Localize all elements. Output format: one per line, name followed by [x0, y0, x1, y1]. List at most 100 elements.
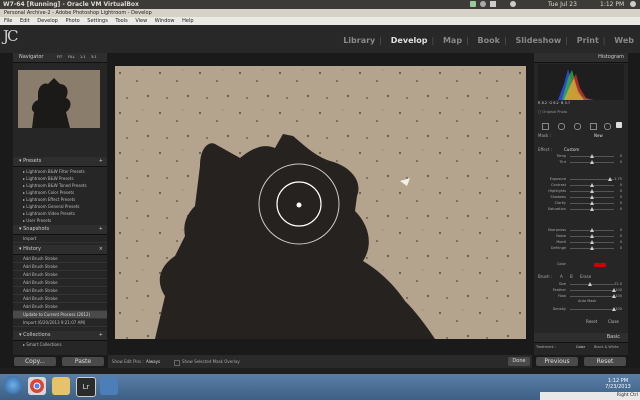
- preset-folder[interactable]: ▸ Lightroom Color Presets: [13, 189, 107, 196]
- slider-saturation[interactable]: Saturation 0: [534, 206, 628, 212]
- history-item[interactable]: Update to Current Process (2012): [13, 311, 107, 319]
- module-book[interactable]: Book: [478, 36, 500, 45]
- start-button[interactable]: [4, 376, 22, 394]
- snapshots-header[interactable]: ▾ Snapshots +: [13, 225, 107, 235]
- presets-list: ▸ Lightroom B&W Filter Presets ▸ Lightro…: [13, 167, 107, 224]
- snapshot-item[interactable]: Import: [13, 235, 107, 243]
- network-icon[interactable]: [480, 1, 486, 7]
- module-library[interactable]: Library: [343, 36, 375, 45]
- mail-icon[interactable]: [490, 1, 496, 7]
- slider-group-1: Temp 0 Tint 0: [534, 153, 628, 165]
- graduated-filter-icon[interactable]: [590, 123, 597, 130]
- slider-group-3: Sharpness 0 Noise 0 Moiré 0 Defringe 0: [534, 227, 628, 251]
- navigator-header[interactable]: Navigator FIT FILL 1:1 3:1: [13, 53, 107, 63]
- radial-filter-icon[interactable]: [604, 123, 611, 130]
- history-item[interactable]: Add Brush Stroke: [13, 295, 107, 303]
- presets-header[interactable]: ▾ Presets +: [13, 157, 107, 167]
- treatment-color[interactable]: Color: [576, 345, 585, 349]
- menu-develop[interactable]: Develop: [37, 18, 58, 24]
- history-item[interactable]: Add Brush Stroke: [13, 255, 107, 263]
- taskbar-clock[interactable]: 1:12 PM 7/23/2013: [600, 378, 636, 390]
- reset-link[interactable]: Reset: [586, 319, 597, 324]
- original-photo-toggle[interactable]: ▢ Original Photo: [538, 110, 567, 114]
- preset-folder[interactable]: ▸ Lightroom Effect Presets: [13, 196, 107, 203]
- menu-file[interactable]: File: [4, 18, 12, 24]
- done-button[interactable]: Done: [508, 357, 530, 366]
- effect-select[interactable]: Custom: [564, 147, 579, 152]
- slider-tint[interactable]: Tint 0: [534, 159, 628, 165]
- previous-button[interactable]: Previous: [536, 357, 578, 366]
- history-item[interactable]: Import (6/20/2013 9:21:07 AM): [13, 319, 107, 327]
- preset-folder[interactable]: ▸ User Presets: [13, 217, 107, 224]
- adjustment-brush-icon[interactable]: [616, 122, 622, 128]
- history-item[interactable]: Add Brush Stroke: [13, 287, 107, 295]
- slider-defringe[interactable]: Defringe 0: [534, 245, 628, 251]
- spot-removal-icon[interactable]: [558, 123, 565, 130]
- lightroom-taskbar-icon[interactable]: Lr: [76, 377, 96, 397]
- history-item[interactable]: Add Brush Stroke: [13, 279, 107, 287]
- preset-folder[interactable]: ▸ Lightroom Video Presets: [13, 210, 107, 217]
- history-item[interactable]: Add Brush Stroke: [13, 303, 107, 311]
- module-slideshow[interactable]: Slideshow: [515, 36, 561, 45]
- close-link[interactable]: Close: [608, 319, 619, 324]
- add-snapshot-icon[interactable]: +: [99, 225, 103, 234]
- explorer-icon[interactable]: [52, 377, 70, 395]
- power-icon[interactable]: [630, 1, 636, 7]
- navigator-thumbnail[interactable]: [18, 70, 100, 128]
- collections-title: Collections: [23, 332, 51, 338]
- menu-tools[interactable]: Tools: [115, 18, 127, 24]
- brush-erase[interactable]: Erase: [580, 274, 591, 279]
- histogram-graph[interactable]: [538, 64, 624, 100]
- module-print[interactable]: Print: [577, 36, 599, 45]
- zoom-fill[interactable]: FILL: [68, 53, 75, 62]
- add-collection-icon[interactable]: +: [99, 331, 103, 340]
- right-panel-toggle[interactable]: [629, 53, 640, 355]
- volume-icon[interactable]: [510, 1, 516, 7]
- preset-folder[interactable]: ▸ Lightroom B&W Toned Presets: [13, 182, 107, 189]
- module-map[interactable]: Map: [443, 36, 462, 45]
- menu-settings[interactable]: Settings: [87, 18, 108, 24]
- mask-new-button[interactable]: New: [594, 133, 603, 138]
- main-photo[interactable]: [115, 66, 526, 339]
- menu-photo[interactable]: Photo: [65, 18, 79, 24]
- basic-header[interactable]: Basic: [534, 333, 628, 343]
- preset-folder[interactable]: ▸ Lightroom B&W Presets: [13, 175, 107, 182]
- module-develop[interactable]: Develop: [391, 36, 428, 45]
- tray-icon[interactable]: [470, 1, 476, 7]
- module-web[interactable]: Web: [614, 36, 634, 45]
- left-panel-toggle[interactable]: [0, 53, 11, 355]
- add-preset-icon[interactable]: +: [99, 157, 103, 166]
- mask-overlay-checkbox[interactable]: [174, 360, 180, 366]
- history-item[interactable]: Add Brush Stroke: [13, 271, 107, 279]
- history-item[interactable]: Add Brush Stroke: [13, 263, 107, 271]
- treatment-bw[interactable]: Black & White: [594, 345, 619, 349]
- auto-mask-toggle[interactable]: Auto Mask: [578, 299, 596, 303]
- slider-density[interactable]: Density 100: [534, 306, 628, 312]
- menu-view[interactable]: View: [135, 18, 147, 24]
- collection-item[interactable]: ▸ Smart Collections: [13, 341, 107, 348]
- reset-button[interactable]: Reset: [584, 357, 626, 366]
- copy-button[interactable]: Copy...: [14, 357, 56, 366]
- color-swatch[interactable]: [594, 263, 606, 267]
- clear-history-icon[interactable]: ×: [99, 245, 103, 254]
- edit-pins-select[interactable]: Always: [146, 355, 160, 368]
- preset-folder[interactable]: ▸ Lightroom B&W Filter Presets: [13, 168, 107, 175]
- zoom-3-1[interactable]: 3:1: [91, 53, 97, 62]
- brush-b[interactable]: B: [570, 274, 573, 279]
- collections-header[interactable]: ▾ Collections +: [13, 331, 107, 341]
- menu-help[interactable]: Help: [182, 18, 193, 24]
- chrome-icon[interactable]: [28, 377, 46, 395]
- preset-folder[interactable]: ▸ Lightroom General Presets: [13, 203, 107, 210]
- snapshots-title: Snapshots: [23, 226, 50, 232]
- zoom-fit[interactable]: FIT: [57, 53, 62, 62]
- paste-button[interactable]: Paste: [62, 357, 104, 366]
- crop-tool-icon[interactable]: [542, 123, 549, 130]
- menu-window[interactable]: Window: [155, 18, 175, 24]
- history-header[interactable]: ▾ History ×: [13, 245, 107, 255]
- zoom-1-1[interactable]: 1:1: [80, 53, 86, 62]
- taskbar-app-icon[interactable]: [100, 377, 118, 395]
- red-eye-icon[interactable]: [574, 123, 581, 130]
- brush-a[interactable]: A: [560, 274, 563, 279]
- menu-edit[interactable]: Edit: [20, 18, 30, 24]
- histogram-header[interactable]: Histogram: [534, 53, 628, 63]
